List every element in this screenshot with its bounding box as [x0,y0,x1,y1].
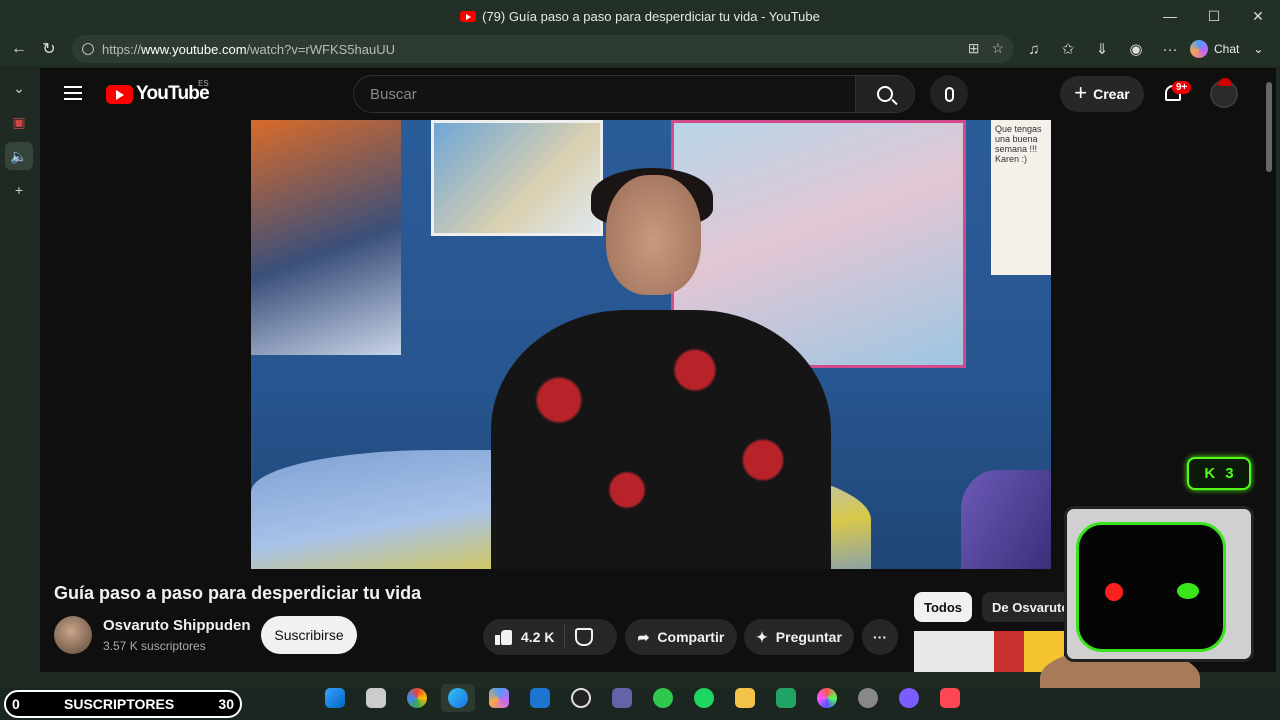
stream-mascot [1040,500,1265,720]
chevron-down-icon[interactable]: ⌄ [1253,42,1263,56]
edge-icon[interactable] [441,684,475,712]
channel-avatar[interactable] [54,616,92,654]
app-install-icon[interactable]: ⊞ [968,40,980,57]
favorite-star-icon[interactable]: ☆ [991,40,1004,57]
settings-icon[interactable] [851,684,885,712]
subs-label: SUSCRIPTORES [64,696,175,712]
speaker-icon[interactable]: 🔈 [5,142,33,170]
chip-all[interactable]: Todos [914,592,973,622]
account-avatar[interactable] [1210,78,1238,108]
more-horizontal-icon: ··· [873,629,887,645]
menu-icon[interactable] [64,86,82,100]
subs-current: 0 [12,696,20,712]
scrollbar-thumb[interactable] [1266,82,1272,172]
create-label: Crear [1093,86,1130,102]
like-icon[interactable] [495,628,513,646]
address-bar[interactable]: https://www.youtube.com/watch?v=rWFKS5ha… [72,35,1014,63]
youtube-logo[interactable]: YouTube ES [106,79,210,105]
read-aloud-icon[interactable]: ♫ [1022,37,1046,61]
task-view-icon[interactable] [359,684,393,712]
mascot-green-eye [1177,583,1199,599]
browser-sidebar: ⌄ ▣ 🔈 + [0,68,38,672]
outlook-icon[interactable] [523,684,557,712]
copilot-icon [1190,40,1208,58]
search-icon [877,86,893,102]
search-input[interactable]: Buscar [353,75,856,113]
share-icon: ➦ [637,628,650,645]
create-button[interactable]: + Crear [1060,76,1144,112]
spotify-icon[interactable] [687,684,721,712]
country-code: ES [198,79,209,88]
copilot-chat-button[interactable]: Chat ⌄ [1190,38,1263,60]
video-title: Guía paso a paso para desperdiciar tu vi… [54,583,422,603]
mascot-red-eye [1105,583,1123,601]
file-explorer-icon[interactable] [728,684,762,712]
teams-icon[interactable] [605,684,639,712]
kick-logo-icon: K [1204,465,1216,482]
dislike-icon[interactable] [575,628,594,646]
chrome-icon[interactable] [400,684,434,712]
obs-icon[interactable] [564,684,598,712]
favorites-icon[interactable]: ✩ [1056,37,1080,61]
channel-name[interactable]: Osvaruto Shippuden [103,617,251,634]
pinwheel-app-icon[interactable] [810,684,844,712]
url-path: /watch?v=rWFKS5hauUU [246,41,396,57]
like-dislike-group: 4.2 K [483,619,617,655]
share-label: Compartir [657,629,725,645]
minimize-button[interactable]: — [1148,0,1192,32]
messenger-icon[interactable] [892,684,926,712]
excel-icon[interactable] [769,684,803,712]
close-window-button[interactable]: ✕ [1236,0,1280,32]
sparkle-icon: ✦ [756,628,768,645]
valorant-icon[interactable] [933,684,967,712]
ask-button[interactable]: ✦ Preguntar [744,619,854,655]
video-player[interactable]: Que tengas una buena semana !!! Karen :) [251,120,1051,569]
telegram-icon[interactable] [646,684,680,712]
person-body [491,310,831,569]
windows-start-icon[interactable] [318,684,352,712]
youtube-favicon-icon [460,10,477,22]
lamp [961,470,1051,569]
chevron-down-icon[interactable]: ⌄ [5,74,33,102]
divider [564,625,566,649]
url-prefix: https:// [102,41,142,57]
subscribe-button[interactable]: Suscribirse [261,616,357,654]
youtube-play-icon [106,84,133,104]
profile-icon[interactable]: ◉ [1124,37,1148,61]
window-titlebar: (79) Guía paso a paso para desperdiciar … [0,0,1280,32]
search-button[interactable] [855,75,915,113]
reload-icon[interactable]: ↻ [34,34,64,64]
maximize-button[interactable]: ☐ [1192,0,1236,32]
microphone-icon [944,86,954,102]
more-menu-icon[interactable]: ··· [1158,37,1182,61]
naruto-poster [251,120,401,355]
notification-badge: 9+ [1172,81,1192,94]
site-info-icon[interactable] [82,43,94,55]
kick-follower-widget: K 3 [1187,457,1251,490]
chat-label: Chat [1214,42,1240,56]
plus-icon: + [1074,80,1088,105]
add-icon[interactable]: + [5,176,33,204]
ask-label: Preguntar [775,629,842,645]
subscriber-goal-widget: 0 SUSCRIPTORES 30 [4,690,242,718]
back-arrow-icon[interactable]: ← [4,34,34,64]
shopping-icon[interactable]: ▣ [5,108,33,136]
taskbar-apps [318,684,967,712]
window-title: (79) Guía paso a paso para desperdiciar … [482,8,820,24]
subs-goal: 30 [218,696,234,712]
more-actions-button[interactable]: ··· [862,619,898,655]
voice-search-button[interactable] [930,75,968,113]
mascot-screen [1076,522,1226,652]
memo-note: Que tengas una buena semana !!! Karen :) [991,120,1051,275]
url-domain: www.youtube.com [141,41,247,57]
like-count[interactable]: 4.2 K [521,629,554,645]
downloads-icon[interactable]: ⇓ [1090,37,1114,61]
copilot-app-icon[interactable] [482,684,516,712]
beyblade-poster [431,120,603,236]
share-button[interactable]: ➦ Compartir [625,619,737,655]
person-head [606,175,701,295]
youtube-header: YouTube ES Buscar + Crear 9+ [40,68,1262,120]
kick-count: 3 [1225,465,1234,482]
channel-subscribers: 3.57 K suscriptores [103,639,206,653]
